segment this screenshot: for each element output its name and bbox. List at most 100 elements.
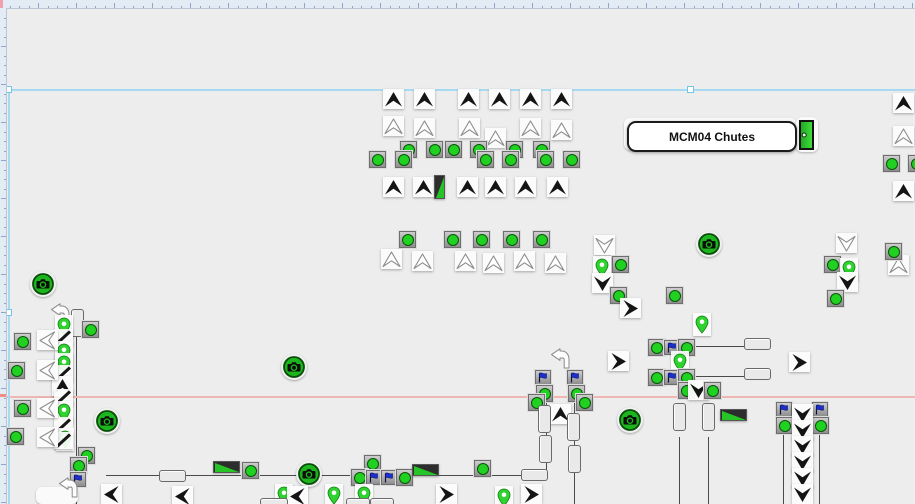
chevron-left-white-icon[interactable] [37, 398, 58, 418]
status-green-icon[interactable] [883, 155, 900, 172]
chevron-down-white-icon[interactable] [594, 235, 615, 255]
flag-blue-icon[interactable] [535, 370, 551, 385]
status-green-icon[interactable] [395, 151, 412, 168]
conveyor-segment[interactable] [673, 403, 686, 431]
status-green-icon[interactable] [612, 256, 629, 273]
chute-group-label[interactable]: MCM04 Chutes [627, 121, 797, 152]
status-green-icon[interactable] [399, 231, 416, 248]
status-green-icon[interactable] [827, 290, 844, 307]
chevron-right-black-icon[interactable] [620, 298, 641, 318]
flag-blue-icon[interactable] [381, 470, 397, 485]
gauge-h-icon[interactable] [412, 464, 439, 476]
chevron-up-white-icon[interactable] [485, 128, 506, 148]
chevron-up-black-icon[interactable] [383, 177, 404, 197]
status-green-icon[interactable] [444, 231, 461, 248]
flag-blue-icon[interactable] [812, 402, 828, 417]
flag-blue-icon[interactable] [776, 402, 792, 417]
chevron-up-black-icon[interactable] [520, 89, 541, 109]
chevron-right-black-icon[interactable] [521, 484, 542, 504]
chevron-up-black-icon[interactable] [547, 177, 568, 197]
conveyor-segment[interactable] [346, 498, 370, 504]
status-green-icon[interactable] [533, 231, 550, 248]
status-green-icon[interactable] [824, 256, 841, 273]
chevron-up-white-icon[interactable] [381, 249, 402, 269]
chevron-up-white-icon[interactable] [551, 120, 572, 140]
chevron-up-black-icon[interactable] [489, 89, 510, 109]
conveyor-segment[interactable] [568, 445, 581, 473]
status-green-icon[interactable] [503, 231, 520, 248]
status-green-icon[interactable] [477, 151, 494, 168]
status-green-icon[interactable] [776, 417, 793, 434]
chevron-up-white-icon[interactable] [545, 253, 566, 273]
turn-arrow-icon[interactable] [550, 348, 572, 370]
chevron-up-black-icon[interactable] [893, 181, 914, 201]
status-green-icon[interactable] [885, 243, 902, 260]
chevron-up-black-icon[interactable] [515, 177, 536, 197]
selection-handle[interactable] [687, 86, 694, 93]
chevron-down-black-icon[interactable] [792, 484, 813, 504]
chevron-left-black-icon[interactable] [172, 486, 193, 504]
conveyor-segment[interactable] [702, 403, 715, 431]
status-green-icon[interactable] [426, 141, 443, 158]
status-green-icon[interactable] [666, 287, 683, 304]
conveyor-segment[interactable] [744, 338, 771, 350]
camera-green-icon[interactable] [281, 354, 307, 380]
camera-green-icon[interactable] [296, 461, 322, 487]
status-green-icon[interactable] [812, 417, 829, 434]
chevron-up-white-icon[interactable] [455, 251, 476, 271]
chevron-right-black-icon[interactable] [789, 352, 810, 372]
chevron-up-black-icon[interactable] [458, 89, 479, 109]
chevron-up-white-icon[interactable] [412, 251, 433, 271]
pin-green-icon[interactable] [693, 313, 711, 336]
chevron-up-white-icon[interactable] [483, 253, 504, 273]
status-green-icon[interactable] [474, 460, 491, 477]
status-green-icon[interactable] [7, 428, 24, 445]
chevron-left-black-icon[interactable] [101, 484, 122, 504]
status-green-icon[interactable] [8, 362, 25, 379]
conveyor-segment[interactable] [159, 470, 186, 482]
chevron-up-black-icon[interactable] [457, 177, 478, 197]
chevron-up-black-icon[interactable] [893, 93, 914, 113]
chevron-left-white-icon[interactable] [37, 360, 58, 380]
status-green-icon[interactable] [502, 151, 519, 168]
conveyor-segment[interactable] [539, 435, 552, 463]
chevron-down-black-icon[interactable] [837, 272, 858, 292]
status-green-icon[interactable] [576, 394, 593, 411]
status-green-icon[interactable] [14, 333, 31, 350]
chevron-right-black-icon[interactable] [436, 484, 457, 504]
camera-green-icon[interactable] [30, 271, 56, 297]
status-green-icon[interactable] [14, 400, 31, 417]
chevron-up-white-icon[interactable] [520, 118, 541, 138]
status-green-icon[interactable] [704, 382, 721, 399]
status-green-icon[interactable] [563, 151, 580, 168]
gauge-v-icon[interactable] [434, 175, 445, 199]
chevron-up-white-icon[interactable] [893, 126, 914, 146]
gauge-h-icon[interactable] [213, 461, 240, 473]
status-green-icon[interactable] [537, 151, 554, 168]
door-green-icon[interactable] [799, 120, 814, 150]
camera-green-icon[interactable] [94, 408, 120, 434]
status-green-icon[interactable] [242, 462, 259, 479]
chevron-left-white-icon[interactable] [37, 427, 58, 447]
chevron-up-black-icon[interactable] [551, 89, 572, 109]
status-green-icon[interactable] [648, 369, 665, 386]
chevron-up-black-icon[interactable] [413, 177, 434, 197]
chevron-up-black-icon[interactable] [414, 89, 435, 109]
status-green-icon[interactable] [473, 231, 490, 248]
chevron-up-black-icon[interactable] [383, 89, 404, 109]
status-green-icon[interactable] [445, 141, 462, 158]
chevron-up-white-icon[interactable] [459, 118, 480, 138]
camera-green-icon[interactable] [696, 231, 722, 257]
camera-green-icon[interactable] [617, 407, 643, 433]
conveyor-segment[interactable] [260, 498, 288, 504]
chevron-right-black-icon[interactable] [608, 351, 629, 371]
conveyor-segment[interactable] [567, 413, 580, 441]
status-green-icon[interactable] [648, 339, 665, 356]
conveyor-segment[interactable] [521, 469, 548, 481]
conveyor-segment[interactable] [370, 498, 394, 504]
pin-green-icon[interactable] [495, 486, 513, 504]
status-green-icon[interactable] [369, 151, 386, 168]
flag-blue-icon[interactable] [567, 370, 583, 385]
chevron-up-white-icon[interactable] [414, 118, 435, 138]
status-green-icon[interactable] [396, 469, 413, 486]
